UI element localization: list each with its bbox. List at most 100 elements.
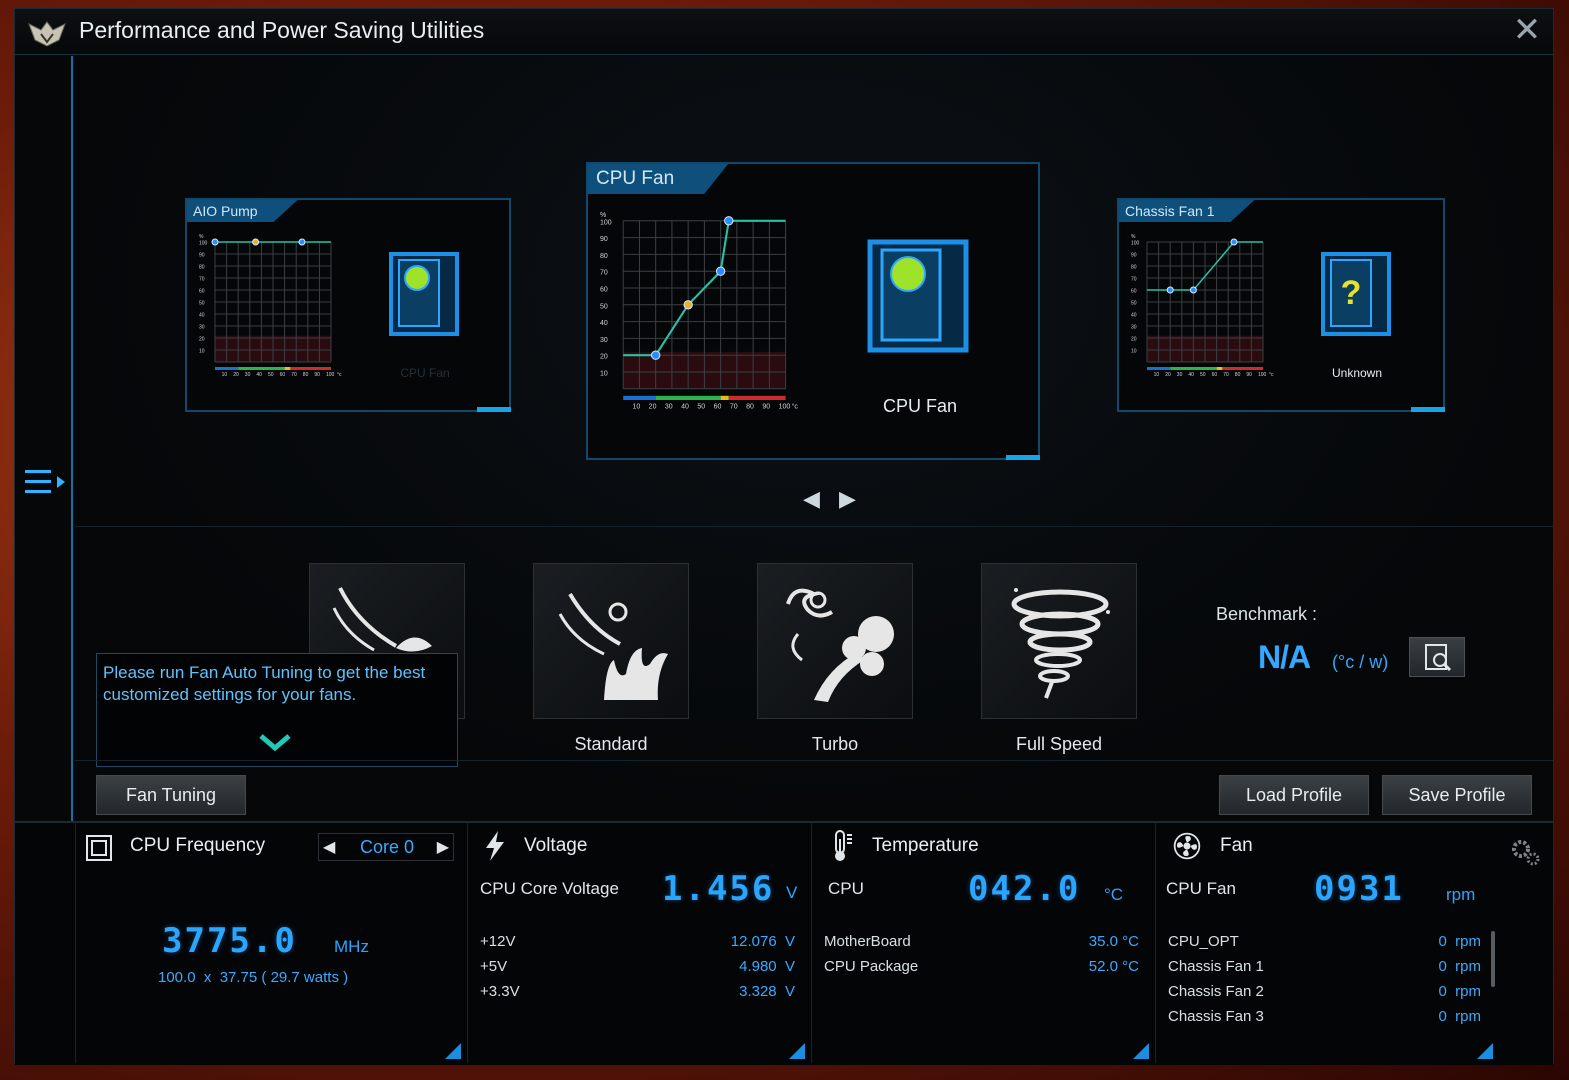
fan-row-value: 0 rpm bbox=[1438, 933, 1481, 950]
x-tick-label: 20 bbox=[649, 403, 657, 410]
load-profile-button[interactable]: Load Profile bbox=[1219, 775, 1369, 815]
y-tick-label: 90 bbox=[199, 253, 205, 259]
cpu-fan-speed-value: 0931 bbox=[1314, 869, 1404, 909]
case-label: CPU Fan bbox=[400, 366, 450, 380]
temperature-zone-bar bbox=[1170, 367, 1217, 370]
cpu-frequency-unit: MHz bbox=[334, 937, 369, 956]
fan-card-cpu-fan[interactable]: CPU Fan % 100 90 80 70 60 50 40 30 20 10 10 20 30 40 50… bbox=[586, 162, 1040, 460]
core-next-icon[interactable]: ▶ bbox=[437, 837, 449, 857]
temperature-panel: Temperature CPU 042.0 °C MotherBoard 35.… bbox=[811, 823, 1155, 1063]
temperature-zone-bar bbox=[284, 367, 291, 370]
cpu-frequency-panel: CPU Frequency ◀ Core 0 ▶ 3775.0 MHz 100.… bbox=[75, 823, 467, 1063]
curve-point bbox=[1189, 286, 1197, 294]
curve-point bbox=[683, 300, 693, 310]
temperature-row-value: 52.0 °C bbox=[1088, 958, 1139, 975]
close-icon[interactable]: ✕ bbox=[1511, 13, 1543, 47]
x-tick-label: 50 bbox=[268, 372, 274, 378]
x-tick-label: 80 bbox=[303, 372, 309, 378]
fan-card-caption: CPU Fan bbox=[588, 164, 728, 194]
voltage-row-value: 12.076 V bbox=[730, 933, 795, 950]
next-fan-icon[interactable]: ▶ bbox=[839, 486, 856, 512]
mode-full-speed[interactable] bbox=[981, 563, 1137, 719]
divider bbox=[75, 526, 1553, 527]
y-tick-label: 10 bbox=[600, 371, 608, 378]
mode-label-turbo: Turbo bbox=[811, 734, 859, 754]
fan-tuning-button[interactable]: Fan Tuning bbox=[96, 775, 246, 815]
x-tick-label: 70 bbox=[291, 372, 297, 378]
temperature-zone-bar bbox=[1216, 367, 1223, 370]
fan-card-caption: AIO Pump bbox=[187, 200, 298, 222]
y-tick-label: 70 bbox=[1131, 277, 1137, 283]
standard-mode-icon bbox=[558, 592, 668, 700]
temperature-row-label: MotherBoard bbox=[824, 933, 911, 950]
y-tick-label: 40 bbox=[199, 313, 205, 319]
y-tick-label: 30 bbox=[1131, 325, 1137, 331]
y-tick-label: 60 bbox=[600, 287, 608, 294]
temperature-zone-bar bbox=[290, 367, 331, 370]
panel-title: CPU Frequency bbox=[130, 835, 266, 856]
cpu-core-voltage-value: 1.456 bbox=[662, 869, 775, 909]
cpu-fan-label: CPU Fan bbox=[1166, 879, 1236, 898]
fan-card-caption: Chassis Fan 1 bbox=[1119, 200, 1254, 222]
full-speed-mode-icon bbox=[1011, 588, 1110, 699]
temperature-zone-bar bbox=[1222, 367, 1263, 370]
panel-title: Fan bbox=[1220, 835, 1253, 856]
thermometer-icon bbox=[835, 830, 852, 861]
temperature-row-label: CPU Package bbox=[824, 958, 919, 975]
cpu-temperature-value: 042.0 bbox=[968, 869, 1081, 909]
cpu-temperature-unit: °C bbox=[1104, 885, 1124, 904]
temperature-zone-bar bbox=[655, 395, 721, 400]
y-tick-label: 80 bbox=[199, 265, 205, 271]
fan-card-aio-pump[interactable]: AIO Pump % 100 90 80 70 60 50 40 30 20 10 10 20 30 40 5… bbox=[185, 198, 511, 412]
x-tick-label: 100 bbox=[1258, 372, 1267, 378]
curve-point bbox=[724, 216, 734, 226]
save-profile-button[interactable]: Save Profile bbox=[1382, 775, 1532, 815]
chevron-down-icon[interactable] bbox=[257, 732, 293, 752]
sidebar bbox=[15, 56, 73, 821]
x-tick-label: 90 bbox=[762, 403, 770, 410]
magnifier-chart-icon bbox=[1425, 644, 1452, 672]
temperature-zone-bar bbox=[215, 367, 239, 370]
y-tick-label: 70 bbox=[600, 270, 608, 277]
x-tick-label: 90 bbox=[1246, 372, 1252, 378]
temperature-zone-bar bbox=[238, 367, 285, 370]
temperature-row-value: 35.0 °C bbox=[1088, 933, 1139, 950]
x-tick-label: 30 bbox=[1177, 372, 1183, 378]
panel-title: Voltage bbox=[524, 835, 588, 856]
voltage-panel: Voltage CPU Core Voltage 1.456 V +12V 12… bbox=[467, 823, 811, 1063]
y-tick-label: 90 bbox=[1131, 253, 1137, 259]
fan-list-scrollbar[interactable] bbox=[1491, 931, 1495, 987]
previous-fan-icon[interactable]: ◀ bbox=[803, 486, 820, 512]
cpu-chip-icon bbox=[86, 835, 112, 861]
temperature-zone-bar bbox=[728, 395, 786, 400]
y-tick-label: 50 bbox=[199, 301, 205, 307]
fan-icon bbox=[1173, 832, 1201, 860]
x-tick-label: 10 bbox=[1154, 372, 1160, 378]
core-selector[interactable]: ◀ Core 0 ▶ bbox=[318, 833, 454, 861]
y-tick-label: 30 bbox=[600, 337, 608, 344]
x-tick-label: 50 bbox=[697, 403, 705, 410]
benchmark-unit: (°c / w) bbox=[1332, 652, 1389, 672]
x-tick-label: 20 bbox=[1165, 372, 1171, 378]
x-tick-label: °c bbox=[792, 402, 799, 410]
voltage-row-label: +5V bbox=[480, 958, 508, 975]
menu-toggle-icon[interactable] bbox=[21, 466, 67, 502]
voltage-row-value: 3.328 V bbox=[739, 983, 795, 1000]
x-tick-label: 40 bbox=[1188, 372, 1194, 378]
mode-standard[interactable] bbox=[533, 563, 689, 719]
mode-label-standard: Standard bbox=[574, 734, 648, 754]
title-bar: Performance and Power Saving Utilities ✕ bbox=[15, 9, 1553, 55]
cpu-frequency-detail: 100.0 x 37.75 ( 29.7 watts ) bbox=[158, 969, 349, 986]
x-tick-label: 30 bbox=[245, 372, 251, 378]
fan-row-label: Chassis Fan 1 bbox=[1168, 958, 1264, 975]
voltage-row-value: 4.980 V bbox=[739, 958, 795, 975]
voltage-row-label: +3.3V bbox=[480, 983, 520, 1000]
benchmark-button[interactable] bbox=[1409, 637, 1465, 677]
fan-row-value: 0 rpm bbox=[1438, 983, 1481, 1000]
settings-gear-icon[interactable] bbox=[1507, 835, 1543, 871]
pc-case-icon bbox=[389, 252, 459, 336]
benchmark-label: Benchmark : bbox=[1216, 604, 1318, 624]
fan-panel: Fan CPU Fan 0931 rpm CPU_OPT 0 rpm Chass… bbox=[1155, 823, 1499, 1063]
fan-card-chassis-fan-1[interactable]: Chassis Fan 1 % 100 90 80 70 60 50 40 30 20 10 10 20… bbox=[1117, 198, 1445, 412]
mode-turbo[interactable] bbox=[757, 563, 913, 719]
